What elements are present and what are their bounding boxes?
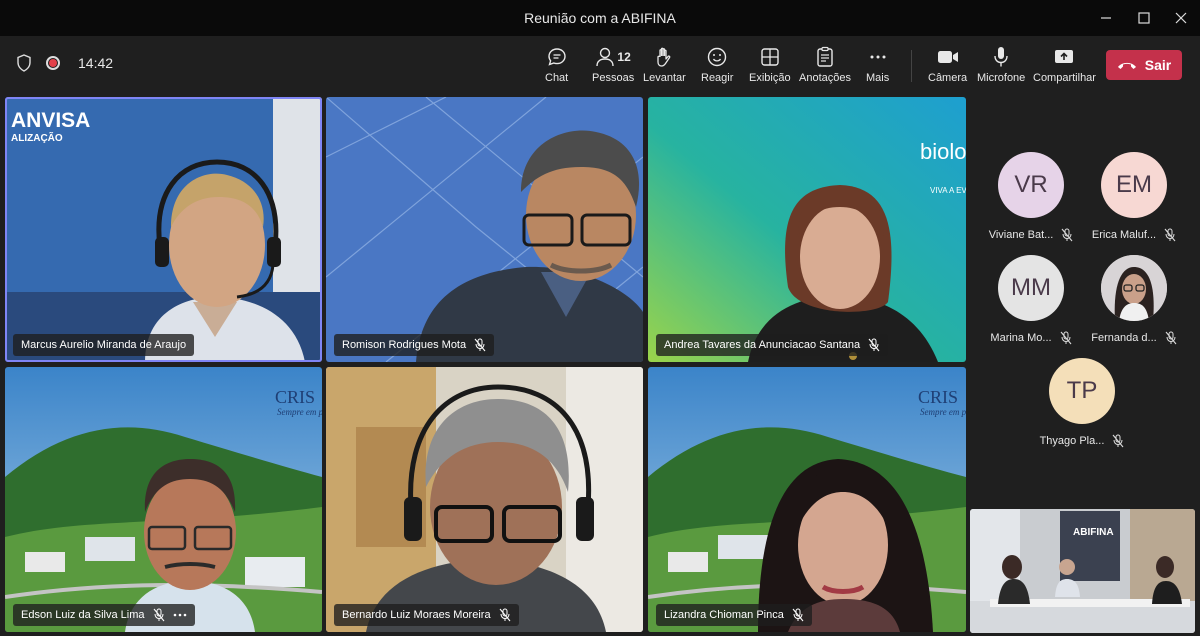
avatar: TP <box>1049 358 1115 424</box>
notes-button[interactable]: Anotações <box>799 44 851 84</box>
close-button[interactable] <box>1166 6 1196 30</box>
mic-off-icon <box>1061 228 1073 242</box>
bg-logo-text: ANVISA <box>11 109 90 132</box>
participant-avatar-item[interactable]: EM Erica Maluf... <box>1084 152 1184 242</box>
chat-button[interactable]: Chat <box>545 44 568 84</box>
participant-video <box>326 97 643 362</box>
microphone-icon <box>994 47 1008 67</box>
video-tile[interactable]: ANVISA ALIZAÇÃO Marcus Aurelio Miranda d… <box>5 97 322 362</box>
participant-video: biolo VIVA A EVOLUÇÃ <box>648 97 966 362</box>
mic-off-icon <box>474 338 486 352</box>
video-tile[interactable]: Romison Rodrigues Mota <box>326 97 643 362</box>
mic-off-icon <box>1164 228 1176 242</box>
participant-avatar-item[interactable]: Fernanda d... <box>1084 255 1184 345</box>
participant-video: ANVISA ALIZAÇÃO <box>5 97 322 362</box>
toolbar-divider <box>911 50 912 82</box>
more-options-icon[interactable] <box>173 613 187 617</box>
svg-text:ALIZAÇÃO: ALIZAÇÃO <box>11 131 63 144</box>
more-button[interactable]: Mais <box>866 44 889 84</box>
participant-name-tag: Romison Rodrigues Mota <box>334 334 495 356</box>
meeting-timer: 14:42 <box>78 55 114 71</box>
emoji-icon <box>708 47 727 67</box>
close-icon <box>1175 12 1187 24</box>
participant-name-tag: Andrea Tavares da Anunciacao Santana <box>656 334 889 356</box>
profile-photo <box>1101 255 1167 321</box>
participant-name-tag: Bernardo Luiz Moraes Moreira <box>334 604 519 626</box>
avatar: VR <box>998 152 1064 218</box>
mic-off-icon <box>792 608 804 622</box>
bg-logo-text: CRIS <box>918 387 958 407</box>
mic-off-icon <box>1060 331 1071 345</box>
notes-icon <box>817 46 833 67</box>
leave-button[interactable]: Sair <box>1106 50 1182 80</box>
participant-avatar-item[interactable]: VR Viviane Bat... <box>981 152 1081 242</box>
title-bar: Reunião com a ABIFINA <box>0 0 1200 36</box>
participant-name-tag: Marcus Aurelio Miranda de Araujo <box>13 334 195 356</box>
maximize-button[interactable] <box>1129 6 1159 30</box>
minimize-icon <box>1101 17 1111 19</box>
bg-logo-text: CRIS <box>275 387 315 407</box>
react-button[interactable]: Reagir <box>701 44 733 84</box>
avatar: MM <box>998 255 1064 321</box>
participant-video <box>326 367 643 632</box>
video-tile[interactable]: CRIS Sempre em p Lizandra Chioman Pinca <box>648 367 966 632</box>
participant-video: CRIS Sempre em p <box>5 367 322 632</box>
avatar-photo <box>1101 255 1167 321</box>
participant-name-tag: Lizandra Chioman Pinca <box>656 604 812 626</box>
raise-hand-button[interactable]: Levantar <box>643 44 686 84</box>
mic-off-icon <box>868 338 880 352</box>
bg-logo-text: biolo <box>920 139 966 164</box>
hand-icon <box>657 47 671 67</box>
room-video: ABIFINA <box>970 509 1195 633</box>
video-tile[interactable]: biolo VIVA A EVOLUÇÃ Andrea Tavares da A… <box>648 97 966 362</box>
maximize-icon <box>1138 12 1150 24</box>
people-button[interactable]: 12 Pessoas <box>592 44 634 84</box>
participant-avatar-item[interactable]: TP Thyago Pla... <box>1032 358 1132 448</box>
view-button[interactable]: Exibição <box>749 44 791 84</box>
camera-button[interactable]: Câmera <box>928 44 967 84</box>
video-tile[interactable]: Bernardo Luiz Moraes Moreira <box>326 367 643 632</box>
svg-text:Sempre em p: Sempre em p <box>920 407 966 417</box>
mic-off-icon <box>1165 331 1177 345</box>
recording-icon <box>46 56 60 70</box>
participant-name-tag: Edson Luiz da Silva Lima <box>13 604 195 626</box>
room-video-tile[interactable]: ABIFINA <box>970 509 1195 633</box>
video-tile[interactable]: CRIS Sempre em p Edson Luiz da Silva Lim… <box>5 367 322 632</box>
people-icon <box>596 47 615 67</box>
share-button[interactable]: Compartilhar <box>1033 44 1096 84</box>
grid-view-icon <box>761 48 779 66</box>
shield-icon[interactable] <box>16 54 32 72</box>
camera-icon <box>937 51 958 63</box>
more-icon <box>870 55 886 59</box>
mic-off-icon <box>153 608 164 622</box>
room-sign-text: ABIFINA <box>1073 527 1114 538</box>
meeting-toolbar: 14:42 Chat 12 Pessoas Levantar Reagir Ex… <box>0 36 1200 94</box>
mic-off-icon <box>1112 434 1124 448</box>
participant-avatar-item[interactable]: MM Marina Mo... <box>981 255 1081 345</box>
svg-text:VIVA A EVOLUÇÃ: VIVA A EVOLUÇÃ <box>930 186 966 195</box>
people-count: 12 <box>617 50 631 64</box>
microphone-button[interactable]: Microfone <box>977 44 1025 84</box>
share-screen-icon <box>1055 50 1074 63</box>
window-title: Reunião com a ABIFINA <box>524 10 676 26</box>
minimize-button[interactable] <box>1091 6 1121 30</box>
hang-up-icon <box>1117 62 1136 69</box>
mic-off-icon <box>499 608 511 622</box>
participant-video: CRIS Sempre em p <box>648 367 966 632</box>
svg-text:Sempre em p: Sempre em p <box>277 407 322 417</box>
avatar: EM <box>1101 152 1167 218</box>
chat-icon <box>547 48 566 66</box>
